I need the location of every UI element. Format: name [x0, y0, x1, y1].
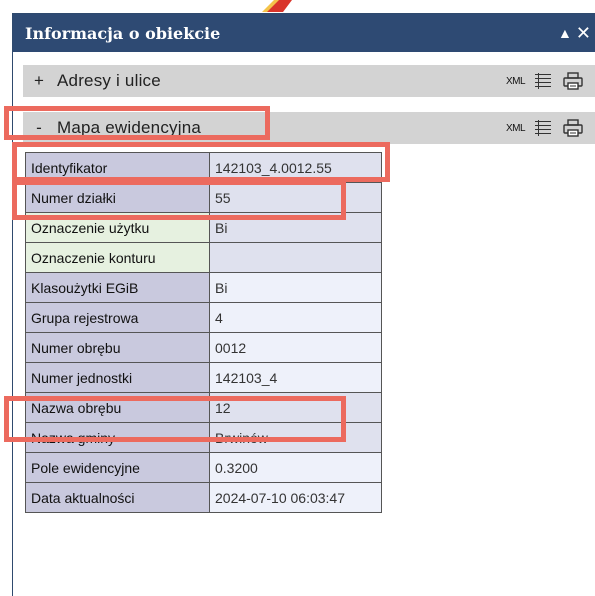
collapse-icon[interactable]: -: [27, 118, 51, 138]
property-value: [209, 242, 382, 273]
property-value: 2024-07-10 06:03:47: [209, 482, 382, 513]
close-icon[interactable]: ✕: [576, 23, 591, 44]
triangle-up-icon[interactable]: ▲: [558, 25, 572, 41]
property-key: Data aktualności: [25, 482, 210, 513]
xml-export-button[interactable]: XML: [506, 123, 526, 134]
table-row: Oznaczenie użytku Bi: [25, 212, 382, 243]
property-key: Oznaczenie konturu: [25, 242, 210, 273]
printer-icon[interactable]: [563, 119, 583, 137]
table-row: Pole ewidencyjne 0.3200: [25, 452, 382, 483]
printer-icon[interactable]: [563, 72, 583, 90]
property-table: Identyfikator 142103_4.0012.55 Numer dzi…: [25, 152, 382, 513]
table-row: Nazwa obrębu 12: [25, 392, 382, 423]
property-value: 4: [209, 302, 382, 333]
xml-export-button[interactable]: XML: [506, 76, 526, 87]
property-value: 142103_4.0012.55: [209, 152, 382, 183]
table-row: Numer jednostki 142103_4: [25, 362, 382, 393]
property-key: Identyfikator: [25, 152, 210, 183]
property-key: Nazwa obrębu: [25, 392, 210, 423]
property-key: Oznaczenie użytku: [25, 212, 210, 243]
table-row: Numer działki 55: [25, 182, 382, 213]
list-icon[interactable]: [535, 73, 551, 89]
expand-icon[interactable]: +: [27, 71, 51, 91]
property-key: Numer obrębu: [25, 332, 210, 363]
table-row: Data aktualności 2024-07-10 06:03:47: [25, 482, 382, 513]
property-value: Brwinów: [209, 422, 382, 453]
list-icon[interactable]: [535, 120, 551, 136]
property-key: Numer jednostki: [25, 362, 210, 393]
table-row: Nazwa gminy Brwinów: [25, 422, 382, 453]
property-value: 0.3200: [209, 452, 382, 483]
section-label[interactable]: Mapa ewidencyjna: [57, 118, 506, 138]
table-row: Oznaczenie konturu: [25, 242, 382, 273]
panel-titlebar[interactable]: Informacja o obiekcie ▲ ✕: [13, 14, 595, 52]
section-label[interactable]: Adresy i ulice: [57, 71, 506, 91]
property-value: 142103_4: [209, 362, 382, 393]
background-map-marker: [262, 0, 292, 12]
panel-title: Informacja o obiekcie: [25, 23, 221, 43]
section-adresy-i-ulice[interactable]: + Adresy i ulice XML: [23, 65, 595, 97]
table-row: Identyfikator 142103_4.0012.55: [25, 152, 382, 183]
section-mapa-ewidencyjna[interactable]: - Mapa ewidencyjna XML: [23, 112, 595, 144]
property-value: Bi: [209, 272, 382, 303]
property-key: Klasoużytki EGiB: [25, 272, 210, 303]
table-row: Grupa rejestrowa 4: [25, 302, 382, 333]
property-value: 0012: [209, 332, 382, 363]
property-key: Nazwa gminy: [25, 422, 210, 453]
property-value: 12: [209, 392, 382, 423]
table-row: Klasoużytki EGiB Bi: [25, 272, 382, 303]
object-info-panel: Informacja o obiekcie ▲ ✕ + Adresy i uli…: [12, 13, 595, 596]
property-key: Pole ewidencyjne: [25, 452, 210, 483]
property-value: Bi: [209, 212, 382, 243]
property-key: Grupa rejestrowa: [25, 302, 210, 333]
property-value: 55: [209, 182, 382, 213]
property-key: Numer działki: [25, 182, 210, 213]
table-row: Numer obrębu 0012: [25, 332, 382, 363]
